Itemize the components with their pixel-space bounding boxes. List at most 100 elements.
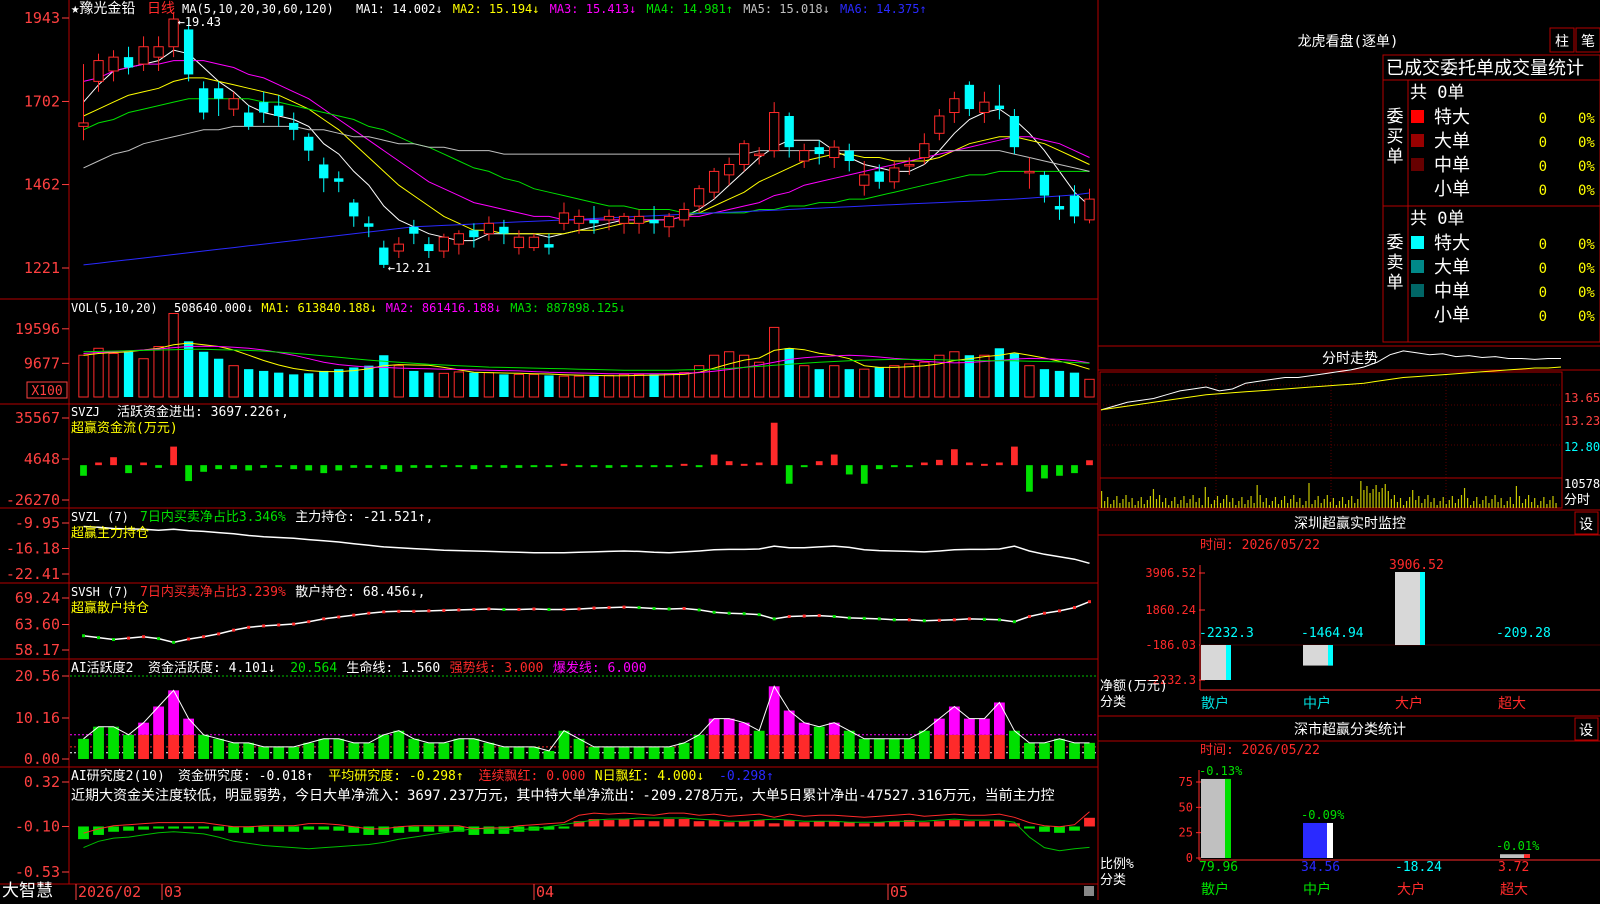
intraday-vol-bar-107 [1427,495,1429,508]
candle-body-60 [979,101,990,114]
intraday-vol-bar-91 [1378,492,1380,508]
intraday-vol-bar-67 [1305,501,1307,508]
volume-bar-51 [844,369,854,397]
volume-bar-11 [244,369,254,397]
vol-unit-label: X100 [31,384,62,399]
ai-active-bar-59 [963,734,975,759]
ai-active-bar-43 [723,734,735,759]
monitor-settings-label[interactable]: 设 [1579,517,1593,533]
ai-research-value-1: 平均研究度: -0.298↑ [328,768,463,784]
ai-research-bar-16 [318,826,330,830]
intraday-vol-bar-18 [1155,499,1158,508]
classify-bar-edge-3 [1524,854,1530,858]
intraday-vol-bar-85 [1360,481,1362,508]
monitor-category-3: 超大 [1498,696,1526,712]
intraday-vol-bar-32 [1198,498,1200,508]
classify-category-1: 中户 [1303,881,1331,898]
ai-active-bar-11 [243,742,255,759]
sell-total: 共 0单 [1410,209,1464,229]
svzj-bar-10 [230,465,238,470]
candle-body-22 [409,226,419,234]
intraday-vol-bar-19 [1158,495,1161,508]
buy-row-count-2: 0 [1539,159,1547,175]
intraday-vol-bar-89 [1372,489,1374,508]
volume-bar-42 [708,354,720,398]
intraday-vol-bar-75 [1329,502,1331,508]
svsh-dot-5 [157,637,161,641]
intraday-vol-bar-7 [1122,499,1124,508]
svzj-bar-58 [950,449,958,466]
candle-body-18 [349,202,359,217]
candle-body-36 [618,215,630,224]
ai-active-value-1: 20.564 [290,661,337,676]
candle-body-55 [904,163,915,167]
svzj-bar-0 [80,465,87,476]
svsh-dot-35 [607,606,611,610]
ai-active-bar-34 [588,746,600,759]
svsh-tick-label-0: 69.24 [15,589,60,607]
buy-row-pct-3: 0% [1578,183,1595,199]
intraday-vol-bar-49 [1250,496,1252,508]
intraday-vol-bar-130 [1497,502,1499,508]
classify-bottom-label-3: 3.72 [1498,860,1529,875]
svzj-bar-15 [305,465,313,471]
candle-body-53 [874,171,884,182]
volume-bar-33 [573,375,585,398]
svzj-bar-64 [1041,465,1048,479]
intraday-vol-bar-2 [1107,497,1109,508]
volume-bar-2 [108,353,119,398]
ai-research-tick-label-2: -0.53 [15,863,60,881]
pen-mode-label[interactable]: 笔 [1581,34,1595,50]
svzj-bar-38 [650,465,658,468]
volume-bar-49 [814,369,824,397]
classify-tick-label-3: 0 [1186,851,1193,865]
svzj-bar-34 [590,465,598,468]
svzj-bar-44 [740,463,748,466]
ai-research-bar-60 [978,821,990,827]
svzj-bar-17 [335,465,343,471]
svzj-bar-41 [695,465,703,468]
volume-bar-24 [438,372,450,398]
classify-settings-label[interactable]: 设 [1579,723,1593,739]
svsh-dot-3 [127,636,131,640]
volume-bar-31 [544,375,554,397]
volume-bar-3 [123,351,134,397]
ai-research-bar-8 [198,826,210,829]
intraday-vol-bar-125 [1482,500,1484,508]
svzj-bar-9 [215,465,223,470]
bar-mode-label[interactable]: 柱 [1555,34,1569,50]
ai-active-header: AI活跃度2 [71,660,133,676]
svsh-dot-34 [592,606,596,610]
intraday-vol-bar-27 [1183,496,1185,508]
intraday-vol-bar-90 [1375,485,1377,508]
candle-body-29 [513,236,525,249]
ai-research-bar-43 [723,822,735,827]
svsh-dot-11 [247,625,251,629]
classify-xlabel: 分类 [1100,873,1126,888]
ai-active-bar-top-58 [948,706,960,735]
intraday-vol-bar-12 [1137,501,1139,508]
buy-row-label-0: 特大 [1434,107,1470,128]
period-label[interactable]: 日线 [147,1,175,17]
intraday-vol-bar-45 [1238,501,1240,508]
ai-research-bar-20 [378,826,390,835]
intraday-vol-bar-128 [1491,499,1493,508]
intraday-vol-bar-58 [1277,504,1280,508]
intraday-vol-bar-97 [1396,502,1399,508]
svsh-dot-66 [1072,606,1076,610]
candle-body-50 [829,146,840,159]
svzj-bar-21 [395,465,403,472]
intraday-vol-bar-123 [1476,497,1478,508]
volume-bar-28 [499,374,509,397]
intraday-vol-bar-70 [1314,500,1316,508]
svzj-bar-48 [800,465,808,468]
classify-category-2: 大户 [1397,881,1425,898]
candle-body-24 [438,236,450,252]
monitor-xlabel: 分类 [1100,695,1126,710]
intraday-vol-bar-129 [1494,495,1496,508]
classify-bar-edge-0 [1225,778,1231,858]
volume-bar-32 [558,375,570,398]
intraday-vol-bar-42 [1229,502,1231,508]
classify-bottom-label-1: 34.56 [1301,860,1340,875]
intraday-vol-bar-138 [1521,503,1524,508]
